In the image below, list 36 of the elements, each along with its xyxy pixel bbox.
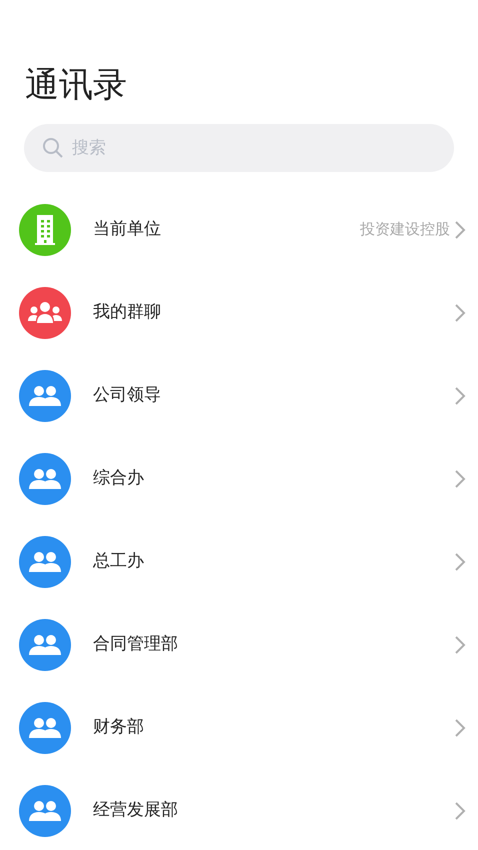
contact-group-item[interactable]: 财务部 [0,686,478,769]
item-label: 当前单位 [93,218,161,241]
contact-group-item[interactable]: 经营发展部 [0,769,478,850]
people-icon [28,800,62,822]
contact-group-item[interactable]: 公司领导 [0,354,478,437]
chevron-icon [454,718,466,738]
item-label: 财务部 [93,716,144,739]
chevron-icon [454,302,466,322]
item-label: 经营发展部 [93,798,178,822]
contact-group-item[interactable]: 我的群聊 [0,271,478,354]
item-label: 公司领导 [93,384,161,407]
chevron-icon [454,386,466,406]
item-label: 合同管理部 [93,632,178,656]
people-icon [28,468,62,490]
building-icon [35,214,55,244]
chevron-icon [454,468,466,488]
contact-group-item[interactable]: 当前单位 投资建设控股 [0,188,478,271]
chevron-icon [454,634,466,654]
item-label: 综合办 [93,466,144,490]
chevron-icon [454,800,466,820]
contact-group-item[interactable]: 总工办 [0,520,478,603]
people-icon [28,716,62,738]
people-icon [28,384,62,406]
page-title: 通讯录 [25,64,127,107]
group-icon [28,300,62,324]
chevron-icon [454,552,466,572]
item-label: 我的群聊 [93,300,161,324]
people-icon [28,550,62,572]
search-icon [42,137,64,159]
item-label: 总工办 [93,550,144,573]
search-field[interactable]: 搜索 [24,124,454,172]
item-value: 投资建设控股 [360,219,450,240]
contact-group-item[interactable]: 合同管理部 [0,603,478,686]
contact-group-item[interactable]: 综合办 [0,437,478,520]
people-icon [28,634,62,656]
chevron-icon [454,220,466,240]
